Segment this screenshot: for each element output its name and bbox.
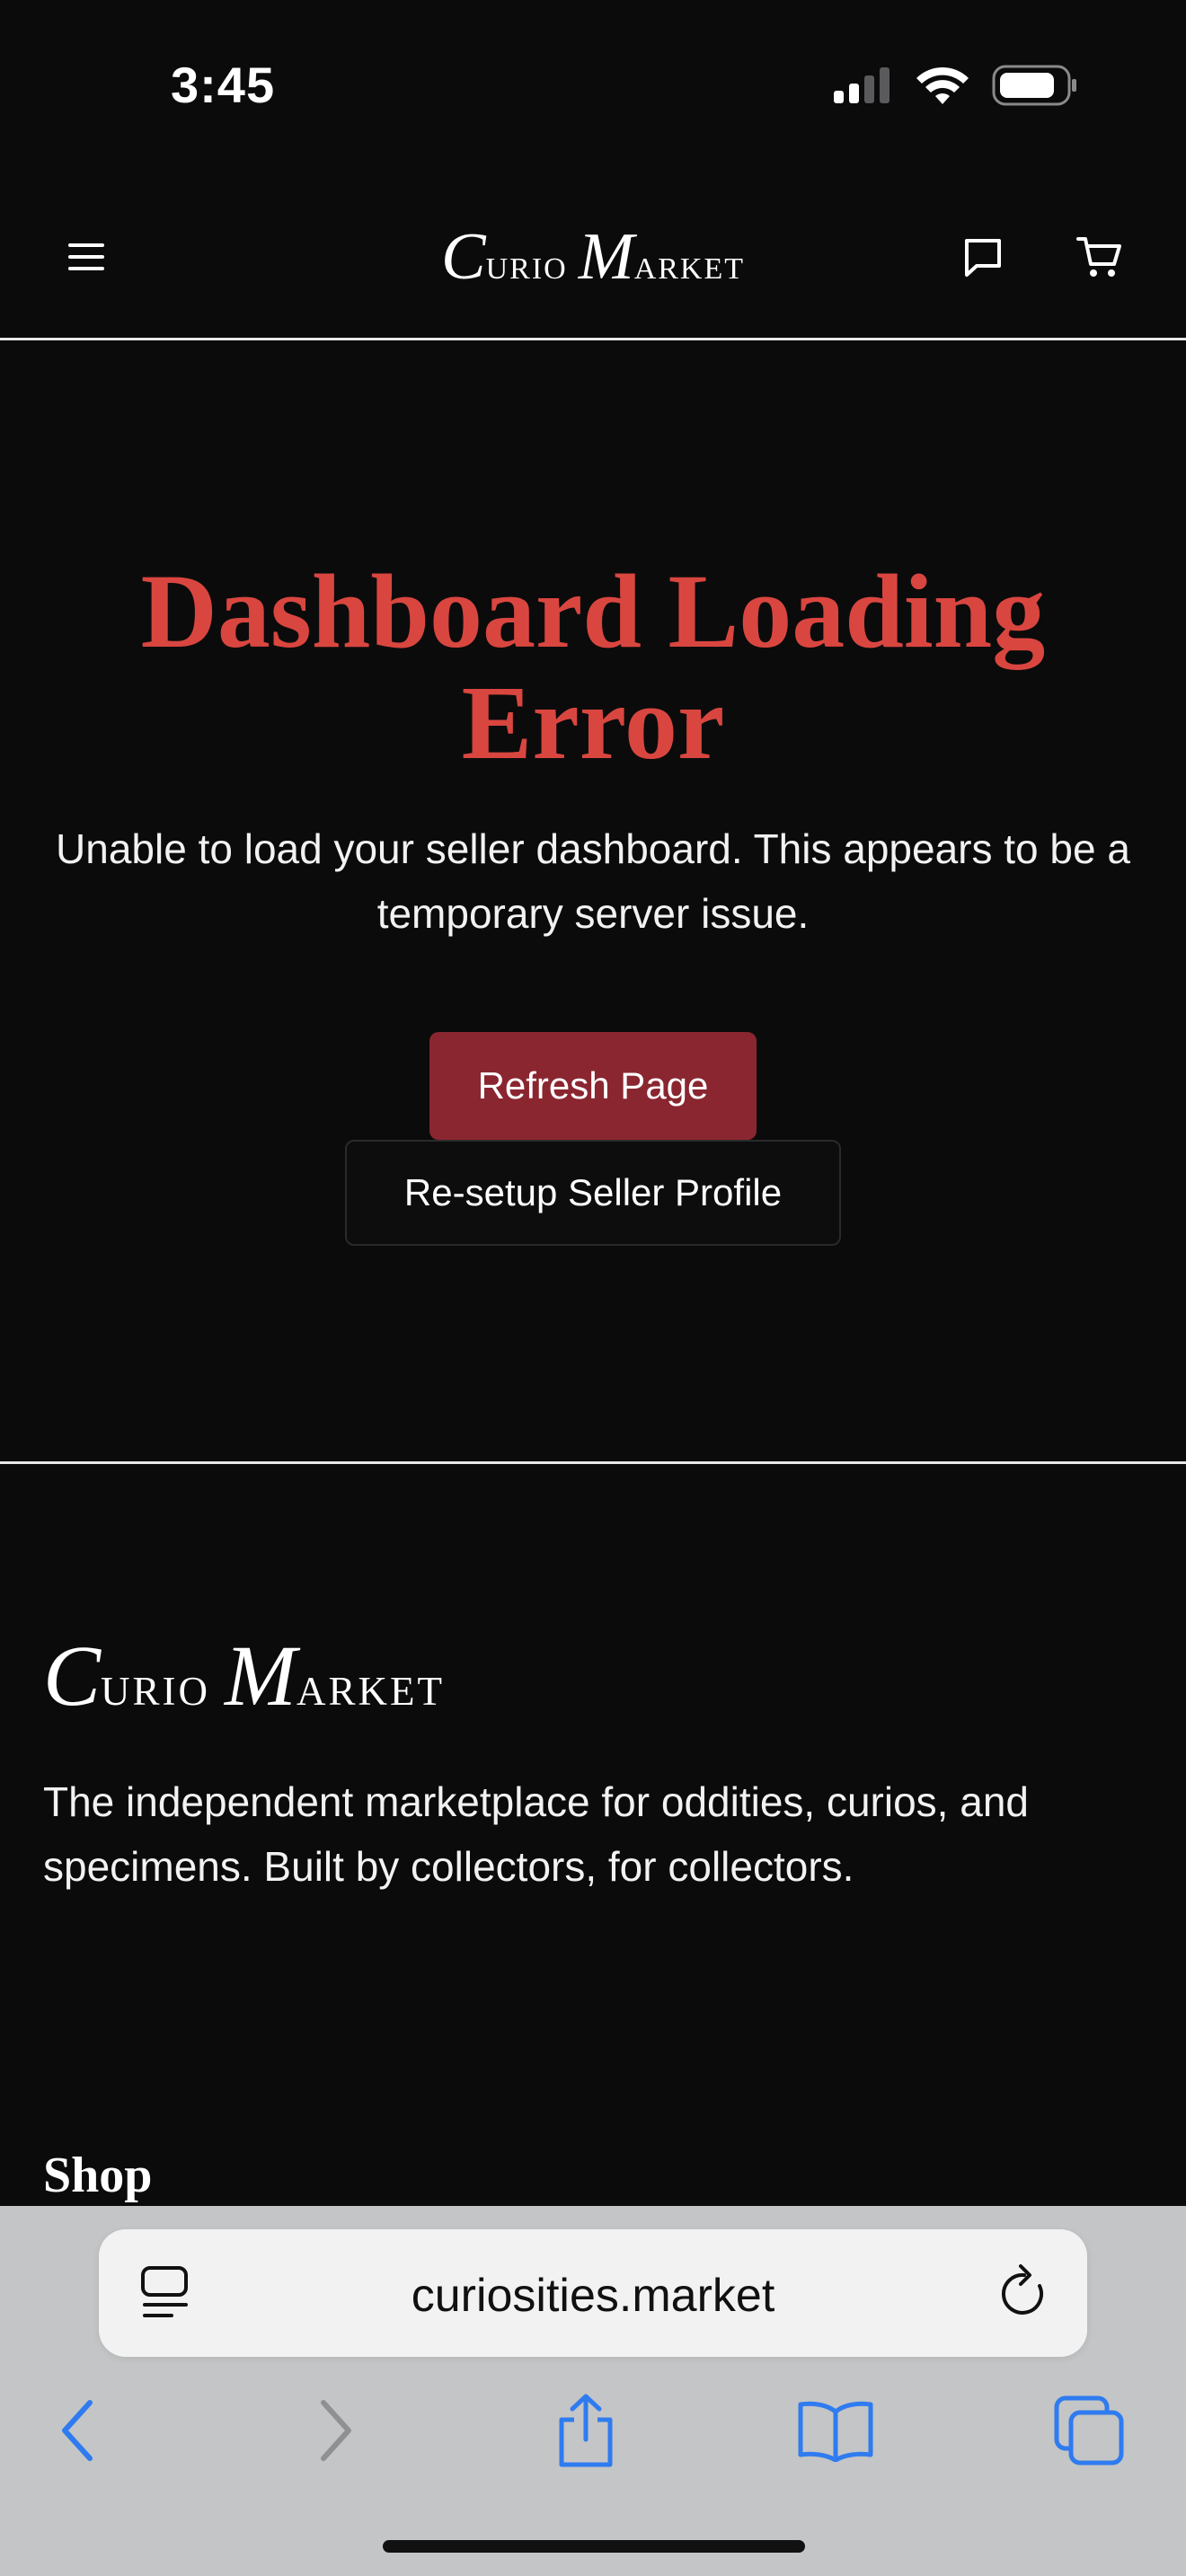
footer-logo-initial-c: C: [43, 1628, 102, 1724]
chat-icon: [965, 239, 1001, 277]
footer-logo-initial-m: M: [225, 1628, 296, 1724]
site-header: Curio Market: [0, 171, 1186, 340]
wifi-icon: [916, 66, 969, 104]
back-button[interactable]: [32, 2386, 122, 2475]
forward-button[interactable]: [291, 2386, 381, 2475]
resetup-seller-profile-button[interactable]: Re-setup Seller Profile: [345, 1140, 841, 1246]
share-button[interactable]: [541, 2386, 631, 2475]
browser-toolbar: curiosities.market: [0, 2206, 1186, 2576]
bookmarks-icon: [798, 2401, 873, 2462]
home-indicator: [383, 2540, 805, 2553]
status-bar: 3:45: [0, 0, 1186, 171]
footer-shop-heading: Shop: [43, 2148, 153, 2203]
refresh-page-button[interactable]: Refresh Page: [429, 1032, 757, 1140]
logo-word-1: urio: [485, 241, 568, 288]
logo-initial-c: C: [440, 220, 486, 294]
cart-icon: [1076, 237, 1121, 277]
share-icon: [559, 2394, 613, 2467]
url-text: curiosities.market: [411, 2270, 775, 2322]
error-title: Dashboard Loading Error: [140, 552, 1046, 781]
error-section: Dashboard Loading Error Unable to load y…: [0, 340, 1186, 1464]
status-icons: [834, 65, 1078, 106]
footer-tagline: The independent marketplace for oddities…: [43, 1778, 1029, 1890]
logo-word-2: arket: [633, 241, 746, 288]
address-bar[interactable]: curiosities.market: [99, 2229, 1087, 2357]
logo-initial-m: M: [578, 220, 634, 294]
footer-logo-word-1: urio: [101, 1654, 211, 1717]
footer-logo[interactable]: Curio Market: [43, 1626, 445, 1725]
forward-icon: [321, 2400, 351, 2461]
reload-icon[interactable]: [997, 2263, 1051, 2327]
tabs-button[interactable]: [1044, 2386, 1134, 2475]
status-time: 3:45: [171, 57, 276, 113]
cart-button[interactable]: [1062, 221, 1137, 293]
error-message: Unable to load your seller dashboard. Th…: [56, 825, 1130, 937]
back-icon: [62, 2400, 93, 2461]
messages-button[interactable]: [947, 221, 1019, 293]
battery-icon: [992, 65, 1076, 106]
bookmarks-button[interactable]: [791, 2386, 881, 2475]
signal-icon: [834, 67, 890, 103]
tabs-icon: [1054, 2395, 1124, 2466]
footer-logo-word-2: arket: [296, 1654, 445, 1717]
